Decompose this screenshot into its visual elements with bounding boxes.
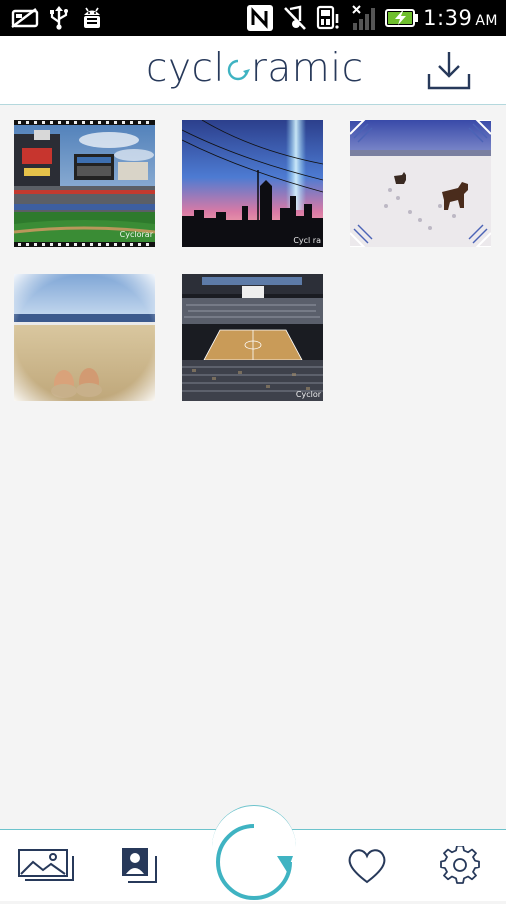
settings-gear-icon <box>440 844 480 884</box>
mute-icon <box>282 0 308 36</box>
sd-card-icon <box>10 0 40 36</box>
photo-watermark: Cyclorar <box>119 230 153 239</box>
brand-text-prefix: cycl <box>146 46 225 91</box>
photo-dog-beach[interactable] <box>350 120 491 247</box>
cycle-icon <box>216 824 293 900</box>
photo-beach-feet[interactable] <box>14 274 155 401</box>
settings-button[interactable] <box>440 844 480 886</box>
gallery-button[interactable] <box>17 848 77 884</box>
app-header: cycl ramic <box>0 36 506 105</box>
brand-logo: cycl ramic <box>146 46 364 92</box>
status-bar: 1:39 AM <box>0 0 506 36</box>
photo-watermark: Cyclor <box>295 390 321 399</box>
download-button[interactable] <box>424 50 474 92</box>
profile-photos-icon <box>122 848 157 883</box>
download-icon <box>427 52 471 90</box>
favorites-button[interactable] <box>345 846 389 886</box>
nfc-icon <box>246 0 274 36</box>
status-time-value: 1:39 <box>423 6 473 30</box>
photo-city-sunset[interactable]: Cycl ra <box>182 120 323 247</box>
photo-grid: Cyclorar Cycl ra Cyclor <box>0 105 506 829</box>
gallery-icon <box>18 849 74 881</box>
battery-charging-icon <box>385 0 419 36</box>
brand-text-suffix: ramic <box>250 46 364 91</box>
photo-basketball-arena[interactable]: Cyclor <box>182 274 323 401</box>
photo-watermark: Cycl ra <box>293 236 321 245</box>
my-photos-button[interactable] <box>120 846 160 886</box>
cycle-button[interactable] <box>213 820 295 900</box>
photo-baseball-stadium[interactable]: Cyclorar <box>14 120 155 247</box>
signal-icon <box>350 0 378 36</box>
usb-icon <box>48 0 70 36</box>
status-time-ampm: AM <box>475 13 498 29</box>
heart-icon <box>348 849 386 884</box>
brand-cycle-o-icon <box>226 47 250 81</box>
android-debug-icon <box>80 0 104 36</box>
sim-icon <box>316 0 342 36</box>
status-time: 1:39 AM <box>423 0 498 36</box>
